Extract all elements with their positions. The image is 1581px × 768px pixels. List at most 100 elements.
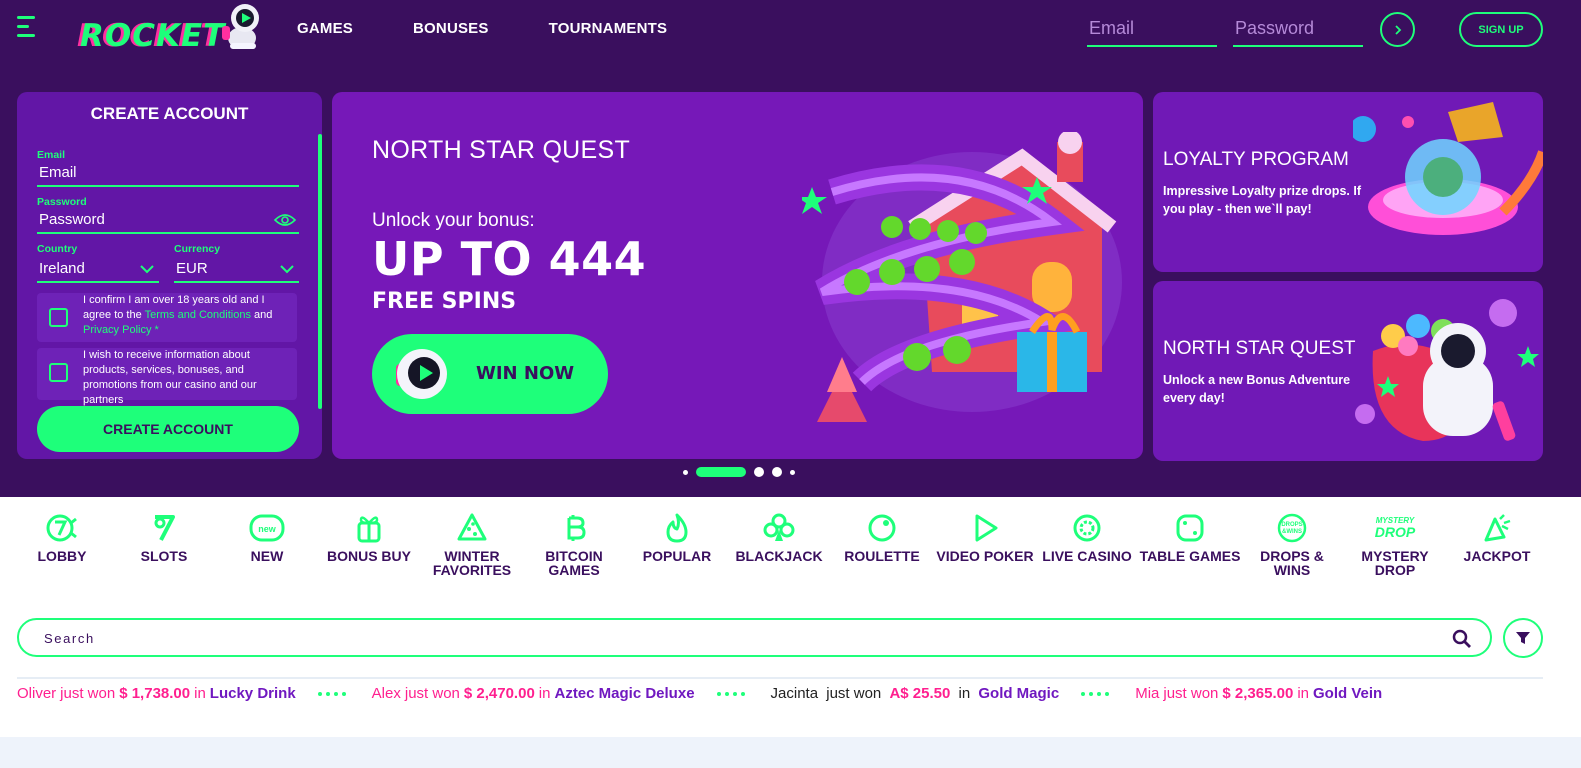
category-table-games[interactable]: TABLE GAMES: [1139, 513, 1241, 563]
filter-button[interactable]: [1503, 618, 1543, 658]
category-label: DROPS & WINS: [1260, 548, 1324, 578]
menu-icon[interactable]: [17, 16, 35, 38]
category-jackpot[interactable]: JACKPOT: [1446, 513, 1548, 563]
create-account-panel: CREATE ACCOUNT Email Email Password Pass…: [17, 92, 322, 459]
category-slots[interactable]: SLOTS: [113, 513, 215, 563]
club-icon: [763, 513, 795, 541]
category-bitcoin-games[interactable]: BITCOIN GAMES: [523, 513, 625, 577]
age-consent-text-and: and: [254, 309, 273, 321]
category-label: JACKPOT: [1463, 548, 1531, 564]
ticker-separator: [716, 691, 749, 696]
christmas-tree-icon: [457, 513, 487, 541]
ticker-separator: [1081, 691, 1113, 696]
password-field[interactable]: Password: [37, 209, 299, 234]
winner-game-link[interactable]: Gold Magic: [978, 685, 1059, 702]
panel-scrollbar[interactable]: [318, 134, 322, 409]
top-bar: ROCKET GAMES BONUSES TOURNAMENTS SIGN UP: [0, 0, 1581, 67]
win-now-label: WIN NOW: [476, 363, 575, 384]
quest-card-title: NORTH STAR QUEST: [1163, 338, 1356, 359]
login-submit-button[interactable]: [1380, 12, 1415, 47]
winner-game-link[interactable]: Gold Vein: [1313, 685, 1382, 702]
nav-games[interactable]: GAMES: [297, 20, 353, 37]
slots-icon: [154, 515, 175, 541]
nav-tournaments[interactable]: TOURNAMENTS: [549, 20, 668, 37]
email-label: Email: [37, 149, 66, 161]
main-promo-banner[interactable]: NORTH STAR QUEST Unlock your bonus: UP T…: [332, 92, 1143, 459]
category-label: LOBBY: [37, 548, 87, 564]
category-label: BITCOIN GAMES: [545, 548, 603, 578]
bitcoin-icon: [567, 515, 586, 541]
category-label: LIVE CASINO: [1042, 548, 1132, 564]
carousel-dot-1[interactable]: [683, 469, 688, 475]
svg-text:new: new: [258, 524, 277, 534]
create-account-button[interactable]: CREATE ACCOUNT: [37, 406, 299, 452]
carousel-dot-5[interactable]: [790, 469, 795, 475]
north-star-quest-card[interactable]: NORTH STAR QUEST Unlock a new Bonus Adve…: [1153, 281, 1543, 461]
header-password-input[interactable]: [1233, 12, 1363, 47]
category-label: SLOTS: [140, 548, 188, 564]
divider: [17, 677, 1543, 679]
category-blackjack[interactable]: BLACKJACK: [728, 513, 830, 563]
win-now-button[interactable]: WIN NOW: [372, 334, 608, 414]
country-select[interactable]: Ireland: [37, 258, 159, 283]
winner-game-link[interactable]: Lucky Drink: [210, 685, 296, 702]
winner-game-link[interactable]: Aztec Magic Deluxe: [554, 685, 694, 702]
banner-title: NORTH STAR QUEST: [372, 136, 631, 164]
santa-sack-astronaut-illustration: [1355, 299, 1539, 441]
winner-prep: in: [1297, 685, 1309, 702]
new-icon: new: [249, 514, 285, 542]
category-drops-wins[interactable]: DROPS &WINS DROPS & WINS: [1241, 513, 1343, 577]
loyalty-program-card[interactable]: LOYALTY PROGRAM Impressive Loyalty prize…: [1153, 92, 1543, 272]
password-label: Password: [37, 196, 87, 208]
winner-prep: in: [194, 685, 206, 702]
roulette-icon: [868, 514, 896, 542]
signup-button[interactable]: SIGN UP: [1459, 12, 1543, 47]
category-bonus-buy[interactable]: BONUS BUY: [318, 513, 420, 563]
currency-select[interactable]: EUR: [174, 258, 299, 283]
carousel-dot-3[interactable]: [754, 467, 764, 477]
category-label: ROULETTE: [844, 548, 920, 564]
promo-consent-checkbox[interactable]: [49, 363, 68, 382]
north-star-house-illustration: [802, 132, 1122, 422]
category-label: TABLE GAMES: [1139, 548, 1241, 564]
nav-bonuses[interactable]: BONUSES: [413, 20, 489, 37]
winner-entry-dark: Jacinta just won A$ 25.50 in Gold Magic: [771, 685, 1064, 702]
category-winter-favorites[interactable]: WINTER FAVORITES: [421, 513, 523, 577]
loyalty-card-text: Impressive Loyalty prize drops. If you p…: [1163, 184, 1361, 216]
age-consent-row: I confirm I am over 18 years old and I a…: [37, 293, 297, 342]
category-roulette[interactable]: ROULETTE: [831, 513, 933, 563]
loyalty-card-title: LOYALTY PROGRAM: [1163, 149, 1349, 170]
category-label: BLACKJACK: [735, 548, 823, 564]
privacy-policy-link[interactable]: Privacy Policy *: [83, 324, 159, 336]
terms-link[interactable]: Terms and Conditions: [145, 309, 251, 321]
category-label: VIDEO POKER: [936, 548, 1034, 564]
category-video-poker[interactable]: VIDEO POKER: [934, 513, 1036, 563]
search-icon[interactable]: [1452, 629, 1472, 649]
email-field[interactable]: Email: [37, 162, 299, 187]
eye-icon[interactable]: [274, 212, 296, 228]
carousel-dot-4[interactable]: [772, 467, 782, 477]
age-consent-checkbox[interactable]: [49, 308, 68, 327]
carousel-dot-2-active[interactable]: [696, 467, 746, 477]
svg-text:DROP: DROP: [1375, 524, 1416, 540]
promo-consent-row: I wish to receive information about prod…: [37, 348, 297, 406]
category-live-casino[interactable]: LIVE CASINO: [1036, 513, 1138, 563]
category-label: NEW: [250, 548, 284, 564]
chevron-down-icon: [280, 265, 294, 274]
search-input[interactable]: [44, 628, 1424, 648]
category-lobby[interactable]: LOBBY: [11, 513, 113, 563]
winner-amount: $ 1,738.00: [119, 685, 191, 702]
svg-text:&WINS: &WINS: [1282, 529, 1302, 535]
winner-amount: $ 2,365.00: [1222, 685, 1294, 702]
category-mystery-drop[interactable]: MYSTERY DROP MYSTERY DROP: [1344, 513, 1446, 577]
logo[interactable]: ROCKET: [80, 2, 265, 54]
category-new[interactable]: new NEW: [216, 513, 318, 563]
winner-prep: in: [538, 685, 551, 702]
promo-consent-text: I wish to receive information about prod…: [83, 349, 257, 406]
header-email-input[interactable]: [1087, 12, 1217, 47]
winner-amount: $ 2,470.00: [463, 685, 535, 702]
game-categories-section: LOBBY SLOTS new NEW BONUS BUY WINTER FAV…: [0, 497, 1581, 737]
category-popular[interactable]: POPULAR: [626, 513, 728, 563]
gift-icon: [357, 516, 381, 543]
create-account-title: CREATE ACCOUNT: [90, 104, 249, 123]
